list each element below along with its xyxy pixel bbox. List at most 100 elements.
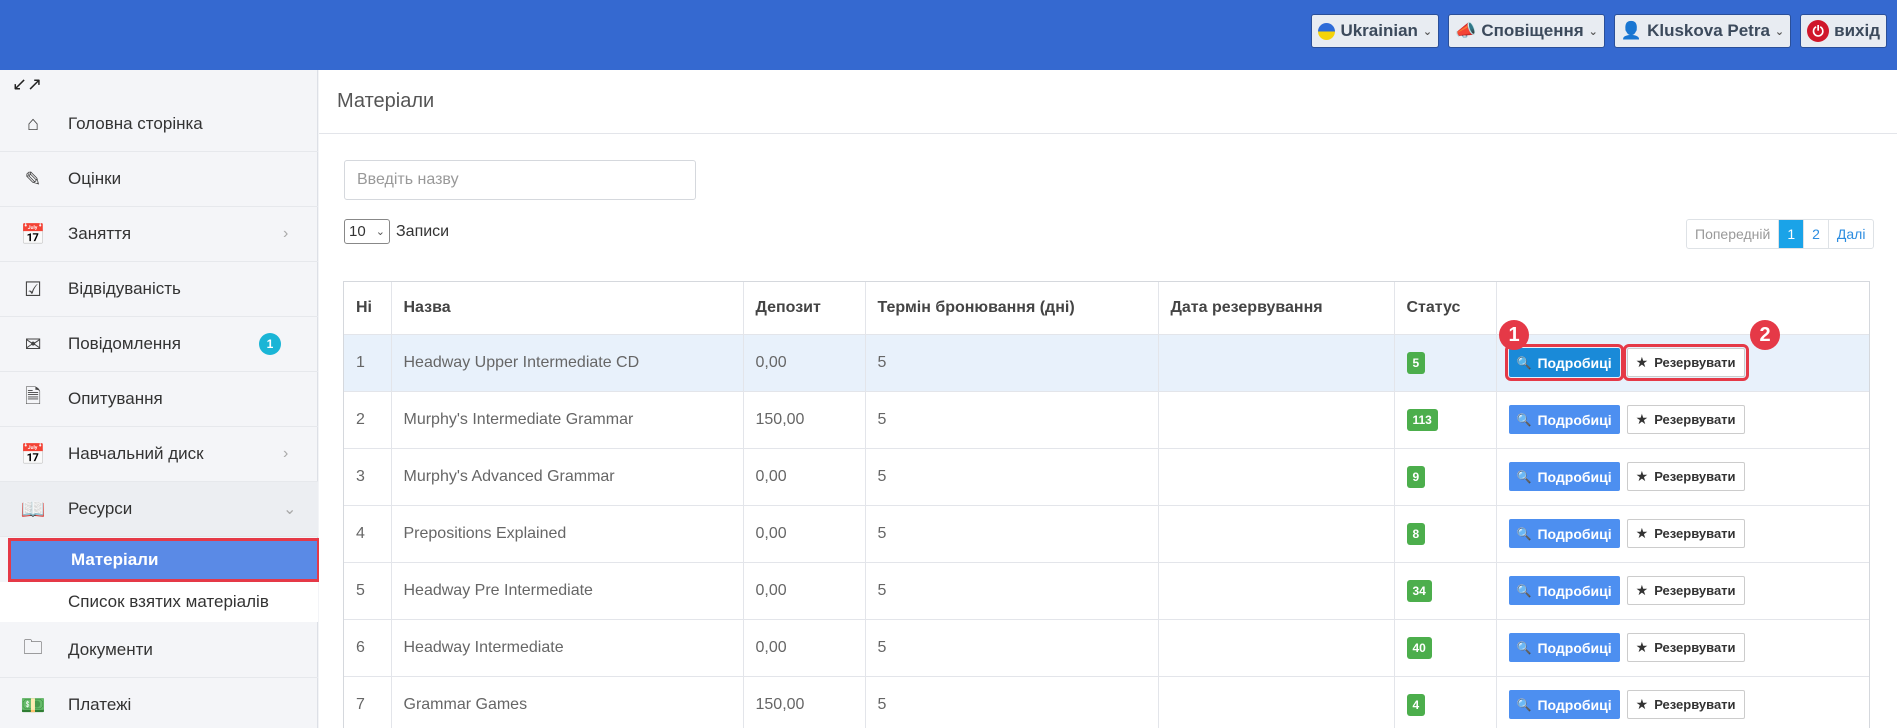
sidebar-item-label: Платежі [68, 695, 132, 714]
row-number: 1 [344, 334, 392, 392]
details-button[interactable]: 🔍 Подробиці [1508, 633, 1620, 662]
sidebar-item-classes[interactable]: 📅 Заняття › [0, 207, 318, 262]
sidebar-item-messages[interactable]: ✉ Повідомлення 1 [0, 317, 318, 372]
row-term: 5 [865, 505, 1159, 563]
annotation-marker-2: 2 [1750, 320, 1780, 350]
reserve-label: Резервувати [1654, 640, 1736, 655]
records-label: Записи [396, 222, 450, 240]
pagination-page-2[interactable]: 2 [1804, 220, 1829, 248]
table-row: 6 Headway Intermediate 0,00 5 40 🔍 Подробиці ★ Р… [344, 619, 1869, 677]
col-deposit[interactable]: Депозит [743, 282, 866, 335]
pagination-prev[interactable]: Попередній [1687, 220, 1780, 248]
sidebar-item-study-disk[interactable]: 📅 Навчальний диск › [0, 427, 318, 482]
sidebar-item-grades[interactable]: ✎ Оцінки [0, 152, 318, 207]
row-number: 4 [344, 505, 392, 563]
table-row: 4 Prepositions Explained 0,00 5 8 🔍 Подробиці ★… [344, 505, 1870, 563]
details-label: Подробиці [1537, 525, 1612, 542]
details-label: Подробиці [1537, 582, 1612, 599]
language-label: Ukrainian [1340, 21, 1418, 40]
details-label: Подробиці [1537, 696, 1612, 713]
col-reserve-date[interactable]: Дата резервування [1158, 282, 1395, 335]
row-name: Headway Upper Intermediate CD [391, 334, 744, 392]
table-row: 7 Grammar Games 150,00 5 4 🔍 Подробиці ★ Резерву… [344, 676, 1869, 728]
star-icon: ★ [1635, 582, 1649, 598]
sidebar-subitem-label: Матеріали [71, 550, 159, 569]
details-button[interactable]: 🔍 Подробиці [1504, 344, 1624, 381]
row-actions: 🔍 Подробиці ★ Резервувати [1508, 690, 1870, 719]
details-button[interactable]: 🔍 Подробиці [1508, 519, 1620, 548]
sidebar-item-documents[interactable]: 🗀 Документи [0, 623, 318, 678]
pagination-next[interactable]: Далі [1829, 220, 1874, 248]
per-page-select[interactable]: 10 ⌄ [344, 219, 390, 244]
status-badge: 34 [1406, 579, 1432, 602]
reserve-button[interactable]: ★ Резервувати [1622, 344, 1749, 381]
row-number: 7 [344, 676, 392, 728]
search-input[interactable] [344, 160, 696, 200]
table-row: 3 Murphy's Advanced Grammar 0,00 5 9 🔍 Подроби… [344, 448, 1870, 506]
row-name: Headway Pre Intermediate [391, 562, 744, 620]
sidebar-item-resources[interactable]: 📖 Ресурси ⌄ [0, 482, 318, 537]
details-button[interactable]: 🔍 Подробиці [1508, 462, 1620, 491]
row-name: Headway Intermediate [391, 619, 744, 677]
row-deposit: 0,00 [743, 619, 866, 677]
status-badge: 9 [1406, 465, 1426, 488]
ukraine-flag-icon [1318, 22, 1336, 40]
row-actions: 🔍 Подробиці ★ Резервувати [1508, 462, 1870, 491]
col-name[interactable]: Назва [391, 282, 744, 335]
col-term[interactable]: Термін бронювання (дні) [865, 282, 1159, 335]
sidebar-item-label: Повідомлення [68, 334, 181, 353]
row-name: Grammar Games [391, 676, 744, 728]
col-number[interactable]: Ні [344, 282, 392, 335]
chevron-down-icon: ⌄ [375, 226, 385, 238]
row-actions: 🔍 Подробиці ★ Резервувати [1508, 576, 1870, 605]
user-dropdown[interactable]: 👤 Kluskova Petra ⌄ [1613, 14, 1792, 48]
calendar-icon: 📅 [20, 443, 46, 466]
sidebar-subitem-borrowed-list[interactable]: Список взятих матеріалів [0, 582, 318, 622]
logout-label: вихід [1834, 21, 1880, 40]
row-status-cell: 34 [1394, 562, 1497, 620]
logout-button[interactable]: ⏻ вихід [1800, 14, 1887, 48]
reserve-button[interactable]: ★ Резервувати [1626, 462, 1745, 491]
envelope-icon: ✉ [24, 333, 42, 356]
sidebar-item-surveys[interactable]: 🗎 Опитування [0, 372, 318, 427]
language-dropdown[interactable]: Ukrainian ⌄ [1311, 14, 1440, 48]
collapse-icon[interactable]: ↙↗ [12, 74, 42, 95]
row-term: 5 [865, 562, 1159, 620]
row-actions: 🔍 Подробиці ★ Резервувати [1508, 405, 1870, 434]
search-icon: 🔍 [1516, 697, 1532, 712]
reserve-label: Резервувати [1654, 697, 1736, 712]
reserve-button[interactable]: ★ Резервувати [1626, 633, 1745, 662]
page-title: Матеріали [319, 70, 1897, 134]
row-number: 3 [344, 448, 392, 506]
sidebar-item-payments[interactable]: 💵 Платежі [0, 678, 318, 728]
details-label: Подробиці [1537, 411, 1612, 428]
megaphone-icon: 📣 [1455, 21, 1477, 40]
pagination: Попередній 1 2 Далі [1686, 219, 1875, 249]
star-icon: ★ [1635, 468, 1649, 484]
reserve-button[interactable]: ★ Резервувати [1626, 690, 1745, 719]
reserve-button[interactable]: ★ Резервувати [1626, 519, 1745, 548]
sidebar-item-attendance[interactable]: ☑ Відвідуваність [0, 262, 318, 317]
details-label: Подробиці [1537, 354, 1612, 371]
pagination-page-1[interactable]: 1 [1779, 220, 1805, 248]
notifications-dropdown[interactable]: 📣 Сповіщення ⌄ [1448, 14, 1605, 48]
details-button[interactable]: 🔍 Подробиці [1508, 576, 1620, 605]
sidebar-subitem-label: Список взятих матеріалів [68, 592, 269, 611]
reserve-button[interactable]: ★ Резервувати [1626, 576, 1745, 605]
row-term: 5 [865, 448, 1159, 506]
checkbox-icon: ☑ [24, 278, 42, 301]
details-button[interactable]: 🔍 Подробиці [1508, 690, 1620, 719]
row-actions: 🔍 Подробиці ★ Резервувати [1508, 519, 1870, 548]
star-icon: ★ [1635, 411, 1649, 427]
reserve-label: Резервувати [1654, 412, 1736, 427]
details-button[interactable]: 🔍 Подробиці [1508, 405, 1620, 434]
sidebar-subitem-materials[interactable]: Матеріали [8, 538, 320, 582]
status-badge: 8 [1406, 522, 1426, 545]
col-status[interactable]: Статус [1394, 282, 1497, 335]
chevron-down-icon: ⌄ [1774, 25, 1785, 38]
user-name: Kluskova Petra [1647, 21, 1770, 40]
row-name: Murphy's Intermediate Grammar [391, 391, 744, 449]
sidebar-item-home[interactable]: ⌂ Головна сторінка [0, 97, 318, 152]
reserve-button[interactable]: ★ Резервувати [1626, 405, 1745, 434]
search-icon: 🔍 [1516, 526, 1532, 541]
